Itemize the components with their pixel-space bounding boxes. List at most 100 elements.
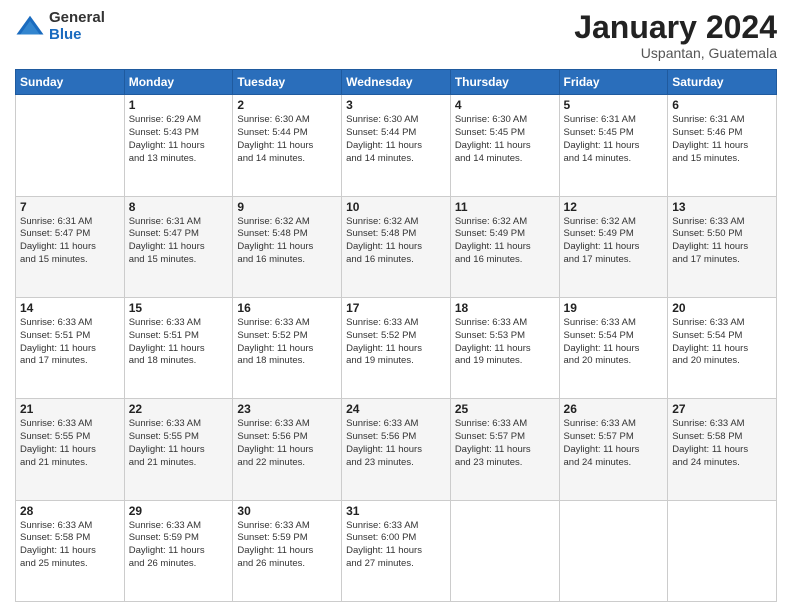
- day-info: Sunrise: 6:32 AM Sunset: 5:49 PM Dayligh…: [455, 216, 555, 267]
- calendar-cell: 21 Sunrise: 6:33 AM Sunset: 5:55 PM Dayli…: [16, 399, 125, 500]
- day-info: Sunrise: 6:33 AM Sunset: 5:59 PM Dayligh…: [129, 520, 229, 571]
- day-number: 18: [455, 301, 555, 315]
- calendar-cell: 31 Sunrise: 6:33 AM Sunset: 6:00 PM Dayli…: [342, 500, 451, 601]
- day-info: Sunrise: 6:33 AM Sunset: 5:55 PM Dayligh…: [129, 418, 229, 469]
- calendar-cell: [668, 500, 777, 601]
- day-info: Sunrise: 6:33 AM Sunset: 5:50 PM Dayligh…: [672, 216, 772, 267]
- calendar-cell: [450, 500, 559, 601]
- calendar-cell: 22 Sunrise: 6:33 AM Sunset: 5:55 PM Dayli…: [124, 399, 233, 500]
- month-title: January 2024: [574, 10, 777, 45]
- day-number: 19: [564, 301, 664, 315]
- location: Uspantan, Guatemala: [574, 45, 777, 61]
- calendar-cell: 5Sunrise: 6:31 AM Sunset: 5:45 PM Daylig…: [559, 95, 668, 196]
- calendar-cell: 8Sunrise: 6:31 AM Sunset: 5:47 PM Daylig…: [124, 196, 233, 297]
- calendar-cell: 26Sunrise: 6:33 AM Sunset: 5:57 PM Dayli…: [559, 399, 668, 500]
- day-info: Sunrise: 6:33 AM Sunset: 5:57 PM Dayligh…: [455, 418, 555, 469]
- day-number: 3: [346, 98, 446, 112]
- calendar-cell: 13 Sunrise: 6:33 AM Sunset: 5:50 PM Dayli…: [668, 196, 777, 297]
- day-info: Sunrise: 6:33 AM Sunset: 5:59 PM Dayligh…: [237, 520, 337, 571]
- day-info: Sunrise: 6:33 AM Sunset: 5:57 PM Dayligh…: [564, 418, 664, 469]
- day-number: 11: [455, 200, 555, 214]
- day-info: Sunrise: 6:33 AM Sunset: 5:53 PM Dayligh…: [455, 317, 555, 368]
- day-number: 16: [237, 301, 337, 315]
- day-number: 12: [564, 200, 664, 214]
- calendar-cell: 3 Sunrise: 6:30 AM Sunset: 5:44 PM Daylig…: [342, 95, 451, 196]
- day-info: Sunrise: 6:32 AM Sunset: 5:48 PM Dayligh…: [237, 216, 337, 267]
- day-header-sunday: Sunday: [16, 70, 125, 95]
- day-number: 10: [346, 200, 446, 214]
- calendar-cell: 12 Sunrise: 6:32 AM Sunset: 5:49 PM Dayli…: [559, 196, 668, 297]
- calendar-cell: 1 Sunrise: 6:29 AM Sunset: 5:43 PM Daylig…: [124, 95, 233, 196]
- day-number: 15: [129, 301, 229, 315]
- calendar-cell: 2 Sunrise: 6:30 AM Sunset: 5:44 PM Daylig…: [233, 95, 342, 196]
- day-header-monday: Monday: [124, 70, 233, 95]
- calendar-cell: 29 Sunrise: 6:33 AM Sunset: 5:59 PM Dayli…: [124, 500, 233, 601]
- day-info: Sunrise: 6:32 AM Sunset: 5:49 PM Dayligh…: [564, 216, 664, 267]
- day-info: Sunrise: 6:33 AM Sunset: 5:54 PM Dayligh…: [672, 317, 772, 368]
- day-info: Sunrise: 6:29 AM Sunset: 5:43 PM Dayligh…: [129, 114, 229, 165]
- day-info: Sunrise: 6:33 AM Sunset: 5:56 PM Dayligh…: [346, 418, 446, 469]
- day-info: Sunrise: 6:30 AM Sunset: 5:44 PM Dayligh…: [346, 114, 446, 165]
- calendar-cell: 23 Sunrise: 6:33 AM Sunset: 5:56 PM Dayli…: [233, 399, 342, 500]
- logo-icon: [15, 12, 45, 42]
- calendar-cell: 10 Sunrise: 6:32 AM Sunset: 5:48 PM Dayli…: [342, 196, 451, 297]
- day-number: 25: [455, 402, 555, 416]
- calendar-cell: 7Sunrise: 6:31 AM Sunset: 5:47 PM Daylig…: [16, 196, 125, 297]
- page: General Blue January 2024 Uspantan, Guat…: [0, 0, 792, 612]
- day-info: Sunrise: 6:30 AM Sunset: 5:45 PM Dayligh…: [455, 114, 555, 165]
- day-info: Sunrise: 6:33 AM Sunset: 5:58 PM Dayligh…: [20, 520, 120, 571]
- day-info: Sunrise: 6:33 AM Sunset: 5:52 PM Dayligh…: [237, 317, 337, 368]
- logo-blue-text: Blue: [49, 27, 105, 44]
- calendar-cell: 16 Sunrise: 6:33 AM Sunset: 5:52 PM Dayli…: [233, 297, 342, 398]
- day-number: 28: [20, 504, 120, 518]
- day-number: 30: [237, 504, 337, 518]
- day-number: 24: [346, 402, 446, 416]
- day-number: 5: [564, 98, 664, 112]
- calendar-cell: 27Sunrise: 6:33 AM Sunset: 5:58 PM Dayli…: [668, 399, 777, 500]
- calendar-cell: 24 Sunrise: 6:33 AM Sunset: 5:56 PM Dayli…: [342, 399, 451, 500]
- calendar-cell: 19 Sunrise: 6:33 AM Sunset: 5:54 PM Dayli…: [559, 297, 668, 398]
- week-row-1: 7Sunrise: 6:31 AM Sunset: 5:47 PM Daylig…: [16, 196, 777, 297]
- day-info: Sunrise: 6:33 AM Sunset: 5:58 PM Dayligh…: [672, 418, 772, 469]
- day-number: 20: [672, 301, 772, 315]
- calendar-cell: 18 Sunrise: 6:33 AM Sunset: 5:53 PM Dayli…: [450, 297, 559, 398]
- week-row-0: 1 Sunrise: 6:29 AM Sunset: 5:43 PM Daylig…: [16, 95, 777, 196]
- day-number: 23: [237, 402, 337, 416]
- day-number: 2: [237, 98, 337, 112]
- day-info: Sunrise: 6:33 AM Sunset: 5:56 PM Dayligh…: [237, 418, 337, 469]
- calendar-cell: 25 Sunrise: 6:33 AM Sunset: 5:57 PM Dayli…: [450, 399, 559, 500]
- week-row-3: 21 Sunrise: 6:33 AM Sunset: 5:55 PM Dayli…: [16, 399, 777, 500]
- day-number: 22: [129, 402, 229, 416]
- calendar-cell: [559, 500, 668, 601]
- day-number: 14: [20, 301, 120, 315]
- day-header-friday: Friday: [559, 70, 668, 95]
- day-info: Sunrise: 6:33 AM Sunset: 5:51 PM Dayligh…: [129, 317, 229, 368]
- day-info: Sunrise: 6:30 AM Sunset: 5:44 PM Dayligh…: [237, 114, 337, 165]
- day-number: 29: [129, 504, 229, 518]
- day-number: 31: [346, 504, 446, 518]
- day-number: 6: [672, 98, 772, 112]
- calendar-cell: 20 Sunrise: 6:33 AM Sunset: 5:54 PM Dayli…: [668, 297, 777, 398]
- calendar-cell: 15 Sunrise: 6:33 AM Sunset: 5:51 PM Dayli…: [124, 297, 233, 398]
- calendar-cell: 17Sunrise: 6:33 AM Sunset: 5:52 PM Dayli…: [342, 297, 451, 398]
- calendar-cell: 11 Sunrise: 6:32 AM Sunset: 5:49 PM Dayli…: [450, 196, 559, 297]
- calendar-cell: 9Sunrise: 6:32 AM Sunset: 5:48 PM Daylig…: [233, 196, 342, 297]
- logo-text: General Blue: [49, 10, 105, 43]
- day-info: Sunrise: 6:33 AM Sunset: 5:52 PM Dayligh…: [346, 317, 446, 368]
- title-block: January 2024 Uspantan, Guatemala: [574, 10, 777, 61]
- day-info: Sunrise: 6:33 AM Sunset: 6:00 PM Dayligh…: [346, 520, 446, 571]
- calendar-body: 1 Sunrise: 6:29 AM Sunset: 5:43 PM Daylig…: [16, 95, 777, 602]
- day-number: 4: [455, 98, 555, 112]
- day-info: Sunrise: 6:31 AM Sunset: 5:46 PM Dayligh…: [672, 114, 772, 165]
- day-info: Sunrise: 6:32 AM Sunset: 5:48 PM Dayligh…: [346, 216, 446, 267]
- day-info: Sunrise: 6:33 AM Sunset: 5:54 PM Dayligh…: [564, 317, 664, 368]
- day-number: 1: [129, 98, 229, 112]
- calendar-cell: [16, 95, 125, 196]
- calendar-table: SundayMondayTuesdayWednesdayThursdayFrid…: [15, 69, 777, 602]
- week-row-2: 14 Sunrise: 6:33 AM Sunset: 5:51 PM Dayli…: [16, 297, 777, 398]
- day-number: 21: [20, 402, 120, 416]
- day-info: Sunrise: 6:33 AM Sunset: 5:55 PM Dayligh…: [20, 418, 120, 469]
- day-number: 13: [672, 200, 772, 214]
- calendar-header: SundayMondayTuesdayWednesdayThursdayFrid…: [16, 70, 777, 95]
- calendar-cell: 28 Sunrise: 6:33 AM Sunset: 5:58 PM Dayli…: [16, 500, 125, 601]
